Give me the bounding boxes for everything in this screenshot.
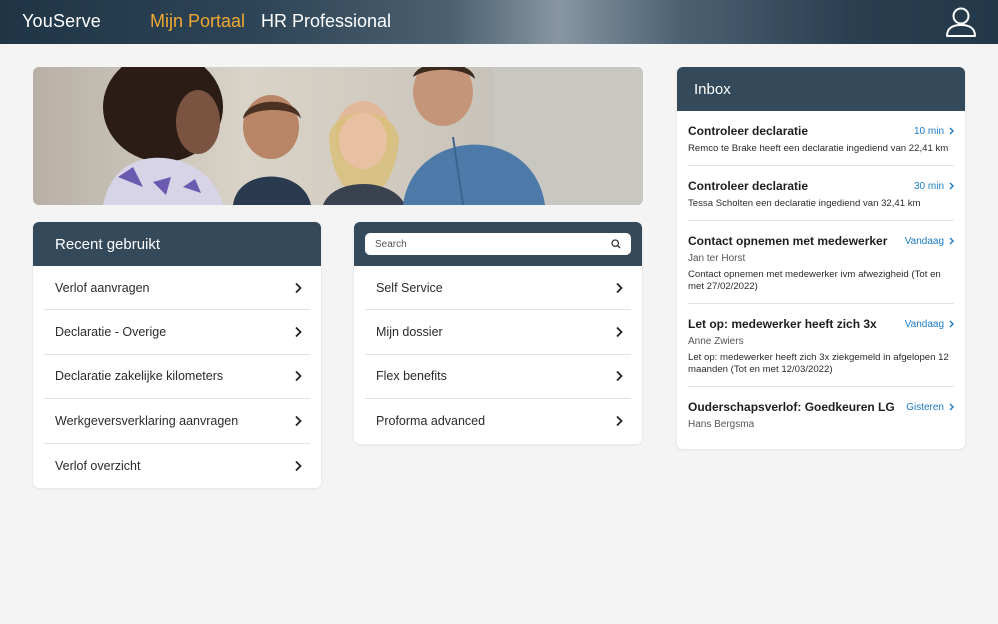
list-item-label: Self Service	[376, 280, 443, 295]
message-time-label: Vandaag	[904, 318, 944, 330]
list-item-label: Declaratie zakelijke kilometers	[55, 369, 224, 384]
chevron-right-icon	[949, 237, 954, 245]
message-sender: Jan ter Horst	[688, 253, 746, 264]
message-time-label: Gisteren	[906, 401, 944, 413]
inbox-message[interactable]: Let op: medewerker heeft zich 3x Vandaag…	[688, 304, 954, 387]
search-input[interactable]	[375, 238, 575, 250]
message-title: Controleer declaratie	[688, 124, 809, 138]
chevron-right-icon	[295, 282, 302, 293]
message-title: Ouderschapsverlof: Goedkeuren LG	[688, 400, 895, 414]
recent-item-verlof-overzicht[interactable]: Verlof overzicht	[44, 444, 310, 488]
nav-hr-professional[interactable]: HR Professional	[261, 11, 391, 32]
inbox-message[interactable]: Controleer declaratie 10 min Remco te Br…	[688, 111, 954, 166]
search-box[interactable]	[365, 233, 631, 255]
service-item-flex-benefits[interactable]: Flex benefits	[365, 355, 631, 400]
message-time: Gisteren	[906, 402, 954, 413]
inbox-list: Controleer declaratie 10 min Remco te Br…	[677, 111, 965, 440]
list-item-label: Werkgeversverklaring aanvragen	[55, 413, 239, 428]
message-title: Contact opnemen met medewerker	[688, 234, 888, 248]
message-time: Vandaag	[905, 236, 954, 247]
message-body: Remco te Brake heeft een declaratie inge…	[688, 143, 949, 154]
message-sender: Hans Bergsma	[688, 419, 755, 430]
inbox-message[interactable]: Contact opnemen met medewerker Vandaag J…	[688, 221, 954, 304]
message-time: 10 min	[914, 126, 954, 137]
search-icon[interactable]	[611, 239, 621, 249]
recent-list: Verlof aanvragen Declaratie - Overige De…	[33, 266, 321, 488]
chevron-right-icon	[616, 326, 623, 338]
chevron-right-icon	[616, 371, 623, 382]
message-body: Tessa Scholten een declaratie ingediend …	[688, 198, 921, 209]
chevron-right-icon	[295, 371, 302, 382]
service-item-self-service[interactable]: Self Service	[365, 266, 631, 311]
service-item-proforma-advanced[interactable]: Proforma advanced	[365, 399, 631, 443]
chevron-right-icon	[295, 460, 302, 471]
recent-item-verlof-aanvragen[interactable]: Verlof aanvragen	[44, 266, 310, 311]
recent-item-werkgeversverklaring[interactable]: Werkgeversverklaring aanvragen	[44, 399, 310, 444]
list-item-label: Declaratie - Overige	[55, 325, 167, 340]
list-item-label: Flex benefits	[376, 369, 447, 384]
service-list: Self Service Mijn dossier Flex benefits …	[354, 266, 642, 444]
list-item-label: Mijn dossier	[376, 325, 443, 340]
recent-item-declaratie-kilometers[interactable]: Declaratie zakelijke kilometers	[44, 355, 310, 400]
list-item-label: Verlof overzicht	[55, 458, 141, 473]
hero-image	[33, 67, 643, 205]
message-time-label: 10 min	[913, 125, 944, 137]
user-icon[interactable]	[944, 6, 978, 38]
top-bar: YouServe Mijn Portaal HR Professional	[0, 0, 998, 44]
list-item-label: Proforma advanced	[376, 414, 486, 429]
recent-item-declaratie-overige[interactable]: Declaratie - Overige	[44, 310, 310, 355]
recent-header: Recent gebruikt	[33, 222, 321, 266]
chevron-right-icon	[949, 403, 954, 411]
message-body: Contact opnemen met medewerker ivm afwez…	[688, 269, 941, 292]
message-sender: Anne Zwiers	[688, 336, 744, 347]
chevron-right-icon	[949, 127, 954, 135]
inbox-header: Inbox	[677, 67, 965, 111]
inbox-message[interactable]: Controleer declaratie 30 min Tessa Schol…	[688, 166, 954, 221]
chevron-right-icon	[616, 282, 623, 293]
recent-card: Recent gebruikt Verlof aanvragen Declara…	[33, 222, 321, 488]
brand-logo[interactable]: YouServe	[22, 11, 101, 32]
message-time: 30 min	[914, 181, 954, 192]
nav-mijn-portaal[interactable]: Mijn Portaal	[150, 11, 245, 32]
search-bar	[354, 222, 642, 266]
chevron-right-icon	[295, 415, 302, 426]
message-time-label: Vandaag	[904, 235, 944, 247]
inbox-card: Inbox Controleer declaratie 10 min Remco…	[677, 67, 965, 449]
message-time: Vandaag	[905, 319, 954, 330]
chevron-right-icon	[616, 416, 623, 427]
message-time-label: 30 min	[913, 180, 944, 192]
chevron-right-icon	[949, 182, 954, 190]
inbox-title: Inbox	[694, 80, 731, 98]
inbox-message[interactable]: Ouderschapsverlof: Goedkeuren LG Gistere…	[688, 387, 954, 440]
message-body: Let op: medewerker heeft zich 3x ziekgem…	[688, 352, 949, 375]
service-card: Self Service Mijn dossier Flex benefits …	[354, 222, 642, 444]
message-title: Controleer declaratie	[688, 179, 809, 193]
chevron-right-icon	[949, 320, 954, 328]
service-item-mijn-dossier[interactable]: Mijn dossier	[365, 310, 631, 355]
recent-title: Recent gebruikt	[55, 235, 161, 253]
message-title: Let op: medewerker heeft zich 3x	[688, 317, 877, 331]
list-item-label: Verlof aanvragen	[55, 280, 150, 295]
chevron-right-icon	[295, 326, 302, 338]
